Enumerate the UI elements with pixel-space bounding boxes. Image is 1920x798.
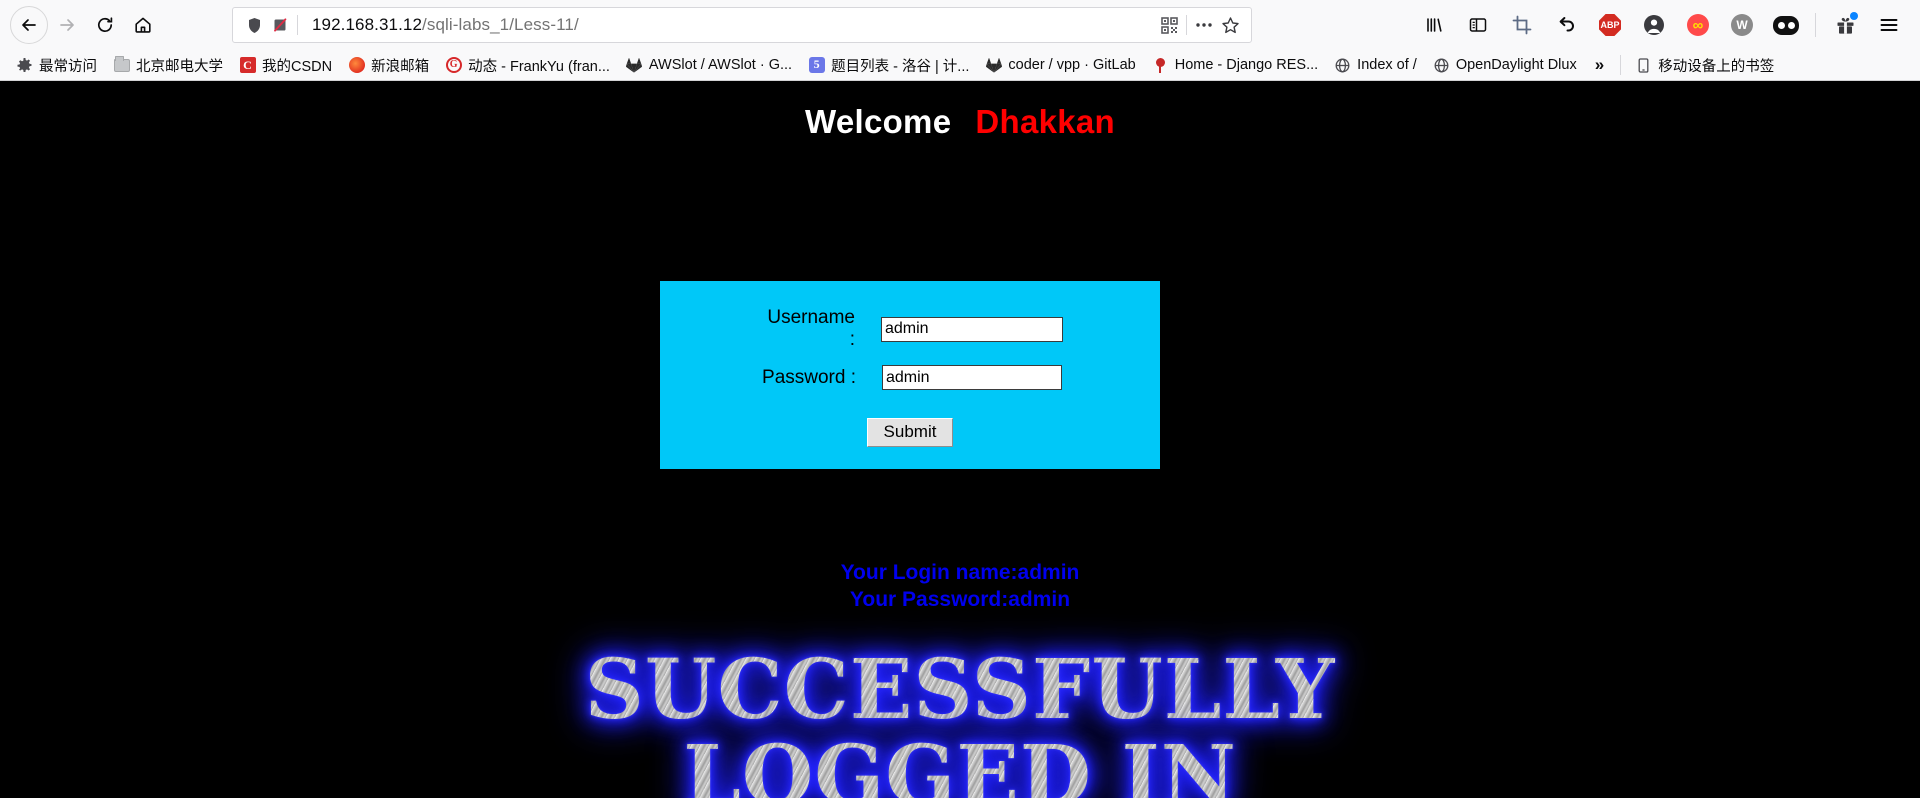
abp-badge: ABP — [1599, 14, 1621, 36]
luogu-icon: 5 — [808, 57, 825, 74]
bookmark-label: OpenDaylight Dlux — [1455, 57, 1577, 73]
infinity-badge: ∞ — [1687, 14, 1709, 36]
bookmark-item-gitee-frankyu[interactable]: G 动态 - FrankYu (fran... — [437, 53, 618, 78]
app-menu-icon[interactable] — [1874, 10, 1904, 40]
gift-notification-dot — [1850, 12, 1858, 20]
username-input[interactable] — [881, 316, 1063, 342]
bookmark-item-coder-vpp[interactable]: coder / vpp · GitLab — [977, 55, 1143, 76]
undo-icon[interactable] — [1551, 10, 1581, 40]
username-row: Username : — [660, 307, 1160, 351]
bookmark-item-sina-mail[interactable]: 新浪邮箱 — [340, 53, 437, 78]
bookmark-item-opendaylight-dlux[interactable]: OpenDaylight Dlux — [1425, 55, 1585, 76]
csdn-icon: C — [239, 57, 256, 74]
success-banner-line1: SUCCESSFULLY — [0, 647, 1920, 733]
globe-icon — [1433, 57, 1450, 74]
url-divider — [297, 15, 298, 35]
url-host: 192.168.31.12 — [312, 15, 423, 34]
toolbar-right-icons: ABP ∞ W — [1419, 10, 1910, 40]
forward-button[interactable] — [48, 6, 86, 44]
forward-arrow-icon — [60, 19, 74, 31]
back-arrow-icon — [22, 19, 36, 31]
bookmark-label: Index of / — [1357, 57, 1417, 73]
w-badge: W — [1731, 14, 1753, 36]
page-content: Welcome Dhakkan Username : Password : Sub… — [0, 81, 1920, 798]
gift-icon[interactable] — [1830, 10, 1860, 40]
bookmark-label: 动态 - FrankYu (fran... — [468, 58, 610, 75]
adblock-plus-icon[interactable]: ABP — [1595, 10, 1625, 40]
bookmark-label: Home - Django RES... — [1174, 57, 1319, 73]
wappalyzer-icon[interactable]: W — [1727, 10, 1757, 40]
bookmark-label: 最常访问 — [39, 58, 97, 75]
password-label: Password : — [762, 366, 856, 388]
bookmark-label: 移动设备上的书签 — [1658, 58, 1775, 75]
back-button[interactable] — [10, 6, 48, 44]
bookmark-item-most-visited[interactable]: 最常访问 — [8, 53, 105, 78]
gitlab-icon — [985, 57, 1002, 74]
library-icon[interactable] — [1419, 10, 1449, 40]
dark-reader-icon[interactable] — [1771, 10, 1801, 40]
sidebar-icon[interactable] — [1463, 10, 1493, 40]
sina-icon — [348, 57, 365, 74]
password-row: Password : — [660, 365, 1160, 390]
gitlab-icon — [626, 57, 643, 74]
mobile-device-icon — [1635, 57, 1652, 74]
ellipsis-icon[interactable] — [1191, 12, 1217, 38]
gear-icon — [16, 57, 33, 74]
bookmark-item-csdn[interactable]: C 我的CSDN — [231, 53, 340, 78]
qr-code-icon[interactable] — [1156, 12, 1182, 38]
login-form: Username : Password : Submit — [660, 281, 1160, 469]
submit-row: Submit — [660, 418, 1160, 447]
username-label: Username : — [767, 307, 855, 350]
screenshot-crop-icon[interactable] — [1507, 10, 1537, 40]
folder-icon — [113, 55, 130, 74]
bookmark-label: 题目列表 - 洛谷 | 计... — [831, 58, 970, 75]
welcome-name: Dhakkan — [975, 103, 1116, 140]
reload-icon — [97, 17, 113, 33]
shield-icon[interactable] — [241, 12, 267, 38]
login-result-text: Your Login name:admin Your Password:admi… — [0, 559, 1920, 613]
password-input[interactable] — [882, 365, 1062, 390]
bookmark-label: coder / vpp · GitLab — [1008, 57, 1136, 73]
tracking-protection-off-icon[interactable] — [267, 12, 293, 38]
home-button[interactable] — [124, 6, 162, 44]
oval-badge — [1773, 15, 1799, 35]
bookmarks-overflow-button[interactable]: » — [1585, 55, 1614, 75]
url-divider-2 — [1186, 15, 1187, 35]
bookmark-item-index-of[interactable]: Index of / — [1326, 55, 1425, 76]
toolbar-separator — [1815, 13, 1816, 37]
login-name-line: Your Login name:admin — [840, 561, 1080, 584]
bookmark-label: 我的CSDN — [262, 58, 333, 75]
reload-button[interactable] — [86, 6, 124, 44]
globe-icon — [1334, 57, 1351, 74]
star-icon[interactable] — [1217, 12, 1243, 38]
infinity-extension-icon[interactable]: ∞ — [1683, 10, 1713, 40]
gitee-icon: G — [445, 57, 462, 74]
bookmark-item-bupt[interactable]: 北京邮电大学 — [105, 53, 231, 78]
page-title: Welcome Dhakkan — [0, 81, 1920, 141]
url-path: /sqli-labs_1/Less-11/ — [422, 15, 579, 34]
submit-button[interactable]: Submit — [866, 418, 954, 447]
success-banner-line2: LOGGED IN — [0, 733, 1920, 798]
bookmark-label: 北京邮电大学 — [136, 58, 223, 75]
bookmark-item-luogu[interactable]: 5 题目列表 - 洛谷 | 计... — [800, 53, 977, 78]
welcome-word: Welcome — [804, 103, 952, 140]
url-text[interactable]: 192.168.31.12/sqli-labs_1/Less-11/ — [302, 15, 1156, 35]
login-password-line: Your Password:admin — [849, 588, 1071, 611]
bookmark-label: 新浪邮箱 — [371, 58, 430, 75]
bookmark-item-mobile-bookmarks[interactable]: 移动设备上的书签 — [1627, 53, 1782, 78]
bookmarks-separator — [1620, 55, 1622, 75]
browser-chrome: 192.168.31.12/sqli-labs_1/Less-11/ ABP ∞… — [0, 0, 1920, 81]
bookmark-item-awslot[interactable]: AWSlot / AWSlot · G... — [618, 55, 800, 76]
url-bar[interactable]: 192.168.31.12/sqli-labs_1/Less-11/ — [232, 7, 1252, 43]
home-icon — [135, 17, 151, 33]
pin-icon — [1152, 57, 1169, 74]
bookmark-item-django-rest[interactable]: Home - Django RES... — [1144, 55, 1326, 76]
bookmark-label: AWSlot / AWSlot · G... — [648, 57, 793, 73]
bookmarks-bar: 最常访问 北京邮电大学 C 我的CSDN 新浪邮箱 G 动态 - FrankYu… — [0, 50, 1920, 80]
account-icon[interactable] — [1639, 10, 1669, 40]
navigation-toolbar: 192.168.31.12/sqli-labs_1/Less-11/ ABP ∞… — [0, 0, 1920, 50]
success-banner: SUCCESSFULLY LOGGED IN — [0, 647, 1920, 798]
